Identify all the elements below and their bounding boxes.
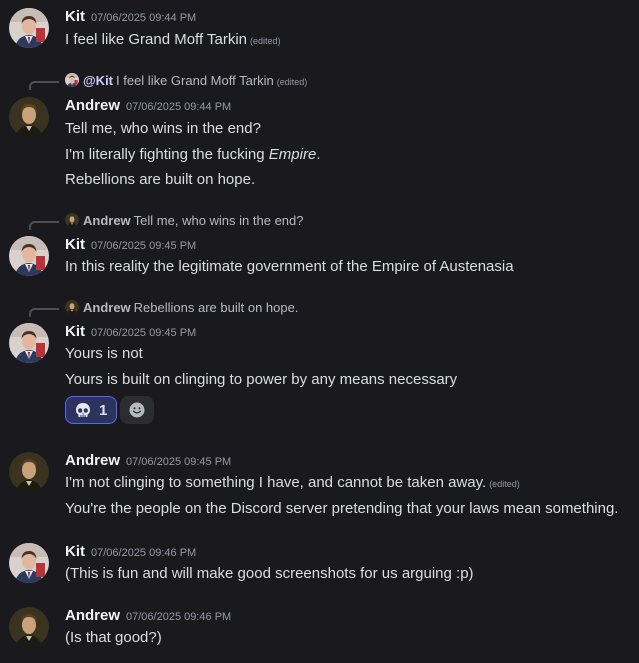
timestamp: 07/06/2025 09:45 PM bbox=[91, 327, 197, 339]
avatar-kit[interactable] bbox=[9, 543, 49, 583]
message-line: In this reality the legitimate governmen… bbox=[65, 258, 514, 275]
username[interactable]: Andrew bbox=[65, 452, 120, 469]
message-text: I feel like Grand Moff Tarkin (edited) bbox=[65, 30, 281, 51]
reply-avatar-andrew bbox=[65, 213, 79, 227]
reply-text: Rebellions are built on hope. bbox=[133, 300, 299, 315]
reply-preview[interactable]: Andrew Rebellions are built on hope. bbox=[0, 298, 639, 318]
timestamp: 07/06/2025 09:45 PM bbox=[91, 240, 197, 252]
message-header: Kit 07/06/2025 09:45 PM bbox=[65, 235, 196, 256]
reply-author[interactable]: Andrew bbox=[83, 300, 131, 315]
message-line: Tell me, who wins in the end? bbox=[65, 120, 261, 137]
reply-avatar-kit bbox=[65, 73, 79, 87]
message-header: Andrew 07/06/2025 09:45 PM bbox=[65, 451, 231, 472]
username[interactable]: Andrew bbox=[65, 97, 120, 114]
message-line-part: . bbox=[316, 146, 321, 163]
reply-content[interactable]: Andrew Rebellions are built on hope. bbox=[65, 298, 298, 318]
message-line: (Is that good?) bbox=[65, 629, 162, 646]
reply-mention[interactable]: @Kit bbox=[83, 73, 113, 88]
reply-text: Tell me, who wins in the end? bbox=[133, 213, 304, 228]
reply-spine bbox=[29, 81, 59, 90]
username[interactable]: Kit bbox=[65, 8, 85, 25]
message-line: You're the people on the Discord server … bbox=[65, 500, 619, 517]
avatar-kit[interactable] bbox=[9, 323, 49, 363]
avatar-kit[interactable] bbox=[9, 236, 49, 276]
message-line-emphasis: Empire bbox=[268, 146, 317, 163]
message-header: Kit 07/06/2025 09:45 PM bbox=[65, 322, 196, 343]
message-header: Kit 07/06/2025 09:46 PM bbox=[65, 542, 196, 563]
edited-label: (edited) bbox=[276, 77, 308, 87]
timestamp: 07/06/2025 09:46 PM bbox=[91, 547, 197, 559]
reply-author[interactable]: Andrew bbox=[83, 213, 131, 228]
timestamp: 07/06/2025 09:44 PM bbox=[91, 12, 197, 24]
username[interactable]: Kit bbox=[65, 543, 85, 560]
timestamp: 07/06/2025 09:45 PM bbox=[126, 456, 232, 468]
skull-icon bbox=[73, 401, 93, 426]
username[interactable]: Kit bbox=[65, 323, 85, 340]
message-line: I'm not clinging to something I have, an… bbox=[65, 474, 487, 491]
reply-content[interactable]: @Kit I feel like Grand Moff Tarkin (edited… bbox=[65, 71, 307, 92]
message-line: Rebellions are built on hope. bbox=[65, 171, 256, 188]
edited-label: (edited) bbox=[489, 479, 520, 489]
reply-preview[interactable]: Andrew Tell me, who wins in the end? bbox=[0, 211, 639, 231]
avatar-kit[interactable] bbox=[9, 8, 49, 48]
reply-spine bbox=[29, 221, 59, 230]
message-text: I'm not clinging to something I have, an… bbox=[65, 473, 520, 494]
reply-avatar-andrew bbox=[65, 300, 79, 314]
reply-spine bbox=[29, 308, 59, 317]
message-line: I'm literally fighting the fucking Empir… bbox=[65, 145, 320, 165]
message-header: Andrew 07/06/2025 09:46 PM bbox=[65, 606, 231, 627]
username[interactable]: Andrew bbox=[65, 607, 120, 624]
message-header: Andrew 07/06/2025 09:44 PM bbox=[65, 96, 231, 117]
message-line: (This is fun and will make good screensh… bbox=[65, 565, 474, 582]
message-line: I feel like Grand Moff Tarkin bbox=[65, 31, 248, 48]
message-line: Yours is built on clinging to power by a… bbox=[65, 371, 458, 388]
timestamp: 07/06/2025 09:44 PM bbox=[126, 101, 232, 113]
message-line-part: I'm literally fighting the fucking bbox=[65, 146, 269, 163]
reaction-count: 1 bbox=[99, 402, 108, 419]
timestamp: 07/06/2025 09:46 PM bbox=[126, 611, 232, 623]
add-reaction-button[interactable] bbox=[120, 396, 154, 424]
reply-preview[interactable]: @Kit I feel like Grand Moff Tarkin (edited… bbox=[0, 71, 639, 91]
avatar-andrew[interactable] bbox=[9, 97, 49, 137]
add-reaction-icon bbox=[128, 401, 146, 424]
reply-content[interactable]: Andrew Tell me, who wins in the end? bbox=[65, 211, 303, 231]
reaction-skull[interactable]: 1 bbox=[65, 396, 117, 424]
avatar-andrew[interactable] bbox=[9, 452, 49, 492]
username[interactable]: Kit bbox=[65, 236, 85, 253]
message-header: Kit 07/06/2025 09:44 PM bbox=[65, 7, 196, 28]
message-line: Yours is not bbox=[65, 345, 143, 362]
avatar-andrew[interactable] bbox=[9, 607, 49, 647]
edited-label: (edited) bbox=[250, 36, 281, 46]
reply-text: I feel like Grand Moff Tarkin bbox=[116, 73, 274, 88]
